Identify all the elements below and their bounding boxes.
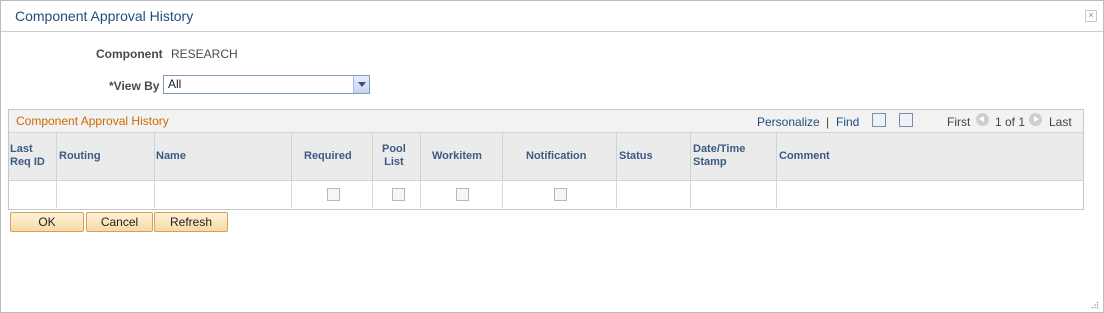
column-header-notification: Notification bbox=[503, 133, 617, 181]
workitem-checkbox[interactable] bbox=[456, 188, 469, 201]
cell-status bbox=[617, 181, 691, 208]
component-label: Component bbox=[96, 47, 163, 61]
page-info: 1 of 1 bbox=[995, 115, 1026, 129]
window-title: Component Approval History bbox=[15, 8, 194, 24]
chevron-down-icon[interactable] bbox=[353, 76, 369, 93]
cell-required bbox=[292, 181, 373, 208]
last-link[interactable]: Last bbox=[1049, 115, 1072, 129]
personalize-link[interactable]: Personalize bbox=[757, 115, 820, 129]
column-header-required: Required bbox=[292, 133, 373, 181]
column-header-comment: Comment bbox=[777, 133, 1083, 181]
column-header-datetime-stamp: Date/Time Stamp bbox=[691, 133, 777, 181]
cell-name bbox=[155, 181, 292, 208]
ok-button[interactable]: OK bbox=[10, 212, 84, 232]
resize-grip-icon[interactable] bbox=[1091, 301, 1099, 309]
view-by-select[interactable]: All bbox=[163, 75, 370, 94]
cancel-button[interactable]: Cancel bbox=[86, 212, 153, 232]
first-link[interactable]: First bbox=[947, 115, 970, 129]
view-all-icon[interactable] bbox=[872, 113, 886, 127]
cell-notification bbox=[503, 181, 617, 208]
view-by-label: *View By bbox=[109, 79, 160, 93]
column-header-workitem: Workitem bbox=[421, 133, 503, 181]
cell-comment bbox=[777, 181, 1083, 208]
cell-routing bbox=[57, 181, 155, 208]
close-icon[interactable]: × bbox=[1085, 10, 1097, 22]
cell-pool-list bbox=[373, 181, 421, 208]
cell-workitem bbox=[421, 181, 503, 208]
next-arrow-icon[interactable] bbox=[1029, 113, 1042, 126]
approval-history-window: Component Approval History × Component R… bbox=[0, 0, 1104, 313]
nav-separator: | bbox=[826, 115, 830, 129]
title-bar: Component Approval History × bbox=[1, 1, 1103, 32]
column-header-routing: Routing bbox=[57, 133, 155, 181]
refresh-button[interactable]: Refresh bbox=[154, 212, 228, 232]
required-checkbox[interactable] bbox=[327, 188, 340, 201]
view-by-selected-value: All bbox=[168, 77, 182, 91]
notification-checkbox[interactable] bbox=[554, 188, 567, 201]
column-header-status: Status bbox=[617, 133, 691, 181]
grid-header-bar: Component Approval History Personalize |… bbox=[9, 110, 1083, 133]
cell-last-req-id bbox=[9, 181, 57, 208]
approval-history-grid: Component Approval History Personalize |… bbox=[8, 109, 1084, 210]
grid-title: Component Approval History bbox=[16, 114, 169, 128]
pool-list-checkbox[interactable] bbox=[392, 188, 405, 201]
previous-arrow-icon[interactable] bbox=[976, 113, 989, 126]
download-spreadsheet-icon[interactable] bbox=[899, 113, 913, 127]
column-header-pool-list: Pool List bbox=[373, 133, 421, 181]
column-header-name: Name bbox=[155, 133, 292, 181]
find-link[interactable]: Find bbox=[836, 115, 859, 129]
column-header-last-req-id: Last Req ID bbox=[9, 133, 57, 181]
cell-datetime-stamp bbox=[691, 181, 777, 208]
component-value: RESEARCH bbox=[171, 47, 238, 61]
